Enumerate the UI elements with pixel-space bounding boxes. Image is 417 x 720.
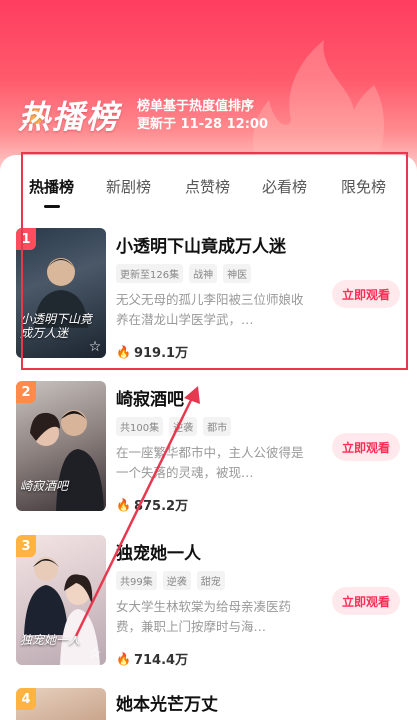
rank-badge: 3 [16, 535, 36, 557]
heat-number: 714.4万 [133, 653, 189, 668]
favorite-icon[interactable]: ☆ [87, 646, 103, 662]
ranking-rule-text: 榜单基于热度值排序 [137, 99, 255, 114]
annotation-highlight-box [21, 152, 408, 370]
item-title[interactable]: 崎寂酒吧 [116, 385, 184, 410]
item-title[interactable]: 她本光芒万丈 [116, 690, 218, 715]
tag: 甜宠 [196, 571, 225, 590]
header-subtitle: 榜单基于热度值排序 更新于 11-28 12:00 [137, 98, 268, 134]
item-title[interactable]: 独宠她一人 [116, 539, 201, 564]
item-description: 在一座繁华都市中，主人公彼得是一个失落的灵魂，被现… [116, 445, 304, 480]
tag: 都市 [203, 417, 232, 436]
list-item[interactable]: 独宠她一人 ☆ 3 独宠她一人 共99集 逆袭 甜宠 女大学生林软棠为给母亲凑医… [0, 535, 417, 685]
watch-now-button[interactable]: 立即观看 [332, 433, 400, 461]
tag: 共100集 [116, 417, 164, 436]
tag-list: 共100集 逆袭 都市 [116, 417, 232, 436]
heat-value: 🔥 875.2万 [116, 495, 189, 515]
header-banner: 热播榜 榜单基于热度值排序 更新于 11-28 12:00 [0, 0, 417, 175]
tag: 逆袭 [169, 417, 198, 436]
rank-badge: 4 [16, 688, 36, 710]
heat-number: 875.2万 [133, 499, 189, 514]
poster-title: 独宠她一人 [20, 633, 81, 647]
watch-now-button[interactable]: 立即观看 [332, 587, 400, 615]
list-item[interactable]: 崎寂酒吧 2 崎寂酒吧 共100集 逆袭 都市 在一座繁华都市中，主人公彼得是一… [0, 381, 417, 531]
poster-title: 崎寂酒吧 [20, 479, 69, 493]
rank-badge: 2 [16, 381, 36, 403]
item-description: 女大学生林软棠为给母亲凑医药费，兼职上门按摩时与海… [116, 599, 292, 634]
page-title: 热播榜 [18, 98, 121, 136]
tag: 共99集 [116, 571, 157, 590]
tag-list: 共99集 逆袭 甜宠 [116, 571, 225, 590]
list-item[interactable]: 4 她本光芒万丈 [0, 688, 417, 720]
tag: 逆袭 [162, 571, 191, 590]
update-time-text: 更新于 11-28 12:00 [137, 117, 269, 132]
fire-icon: 🔥 [116, 497, 131, 512]
fire-icon: 🔥 [116, 651, 131, 666]
heat-value: 🔥 714.4万 [116, 649, 189, 669]
